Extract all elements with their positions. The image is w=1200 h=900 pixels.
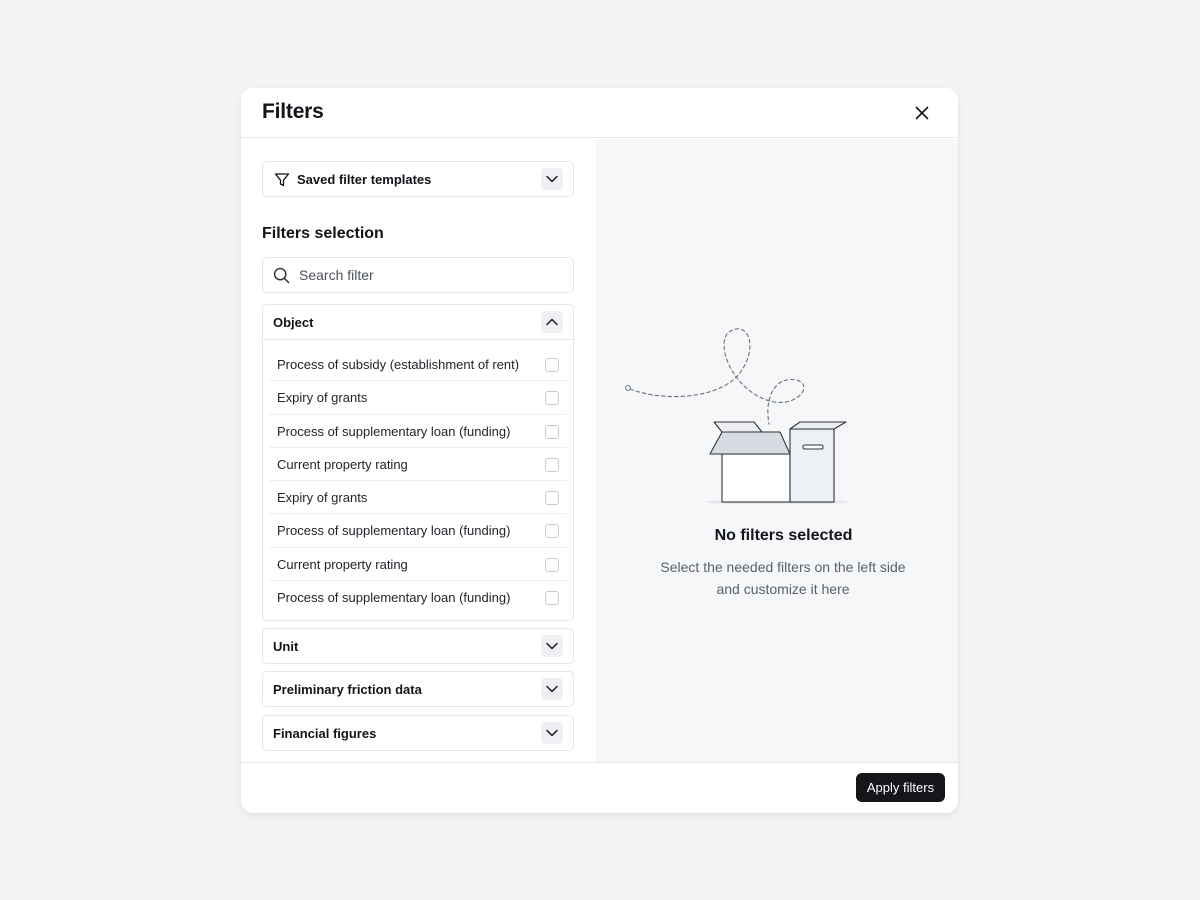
filter-option-checkbox[interactable] bbox=[545, 491, 559, 506]
filter-option-checkbox[interactable] bbox=[545, 358, 559, 372]
filter-group-financial: Financial figures bbox=[262, 715, 574, 751]
filter-option[interactable]: Process of supplementary loan (funding) bbox=[269, 415, 567, 448]
filter-group-object-title: Object bbox=[273, 315, 314, 330]
saved-templates-dropdown[interactable]: Saved filter templates bbox=[262, 161, 574, 197]
filters-selection-heading: Filters selection bbox=[262, 225, 384, 242]
chevron-down-icon bbox=[546, 175, 558, 183]
filter-group-unit: Unit bbox=[262, 628, 574, 664]
empty-box-illustration bbox=[625, 328, 849, 504]
filter-funnel-icon bbox=[274, 173, 290, 187]
filter-option-label: Process of supplementary loan (funding) bbox=[277, 423, 511, 439]
filter-option-checkbox[interactable] bbox=[545, 391, 559, 406]
filter-option[interactable]: Process of supplementary loan (funding) bbox=[269, 581, 567, 614]
filter-option-checkbox[interactable] bbox=[545, 591, 559, 606]
filter-group-financial-title: Financial figures bbox=[273, 726, 377, 741]
filter-option[interactable]: Process of subsidy (establishment of ren… bbox=[269, 348, 567, 382]
filter-group-friction: Preliminary friction data bbox=[262, 671, 574, 707]
filters-modal: Filters Saved filter templates Filters s… bbox=[241, 88, 958, 813]
empty-state-title: No filters selected bbox=[714, 527, 853, 544]
selected-filters-pane: No filters selected Select the needed fi… bbox=[596, 139, 958, 762]
empty-state-text: Select the needed filters on the left si… bbox=[660, 559, 906, 597]
filter-option-label: Current property rating bbox=[277, 456, 408, 472]
filter-group-object-toggle[interactable] bbox=[541, 311, 563, 333]
filter-group-unit-title: Unit bbox=[273, 639, 299, 654]
search-filter-input[interactable] bbox=[299, 264, 559, 286]
filter-group-friction-header[interactable]: Preliminary friction data bbox=[263, 672, 573, 706]
filter-option-label: Current property rating bbox=[277, 556, 408, 572]
saved-templates-label: Saved filter templates bbox=[297, 172, 432, 187]
filter-option-label: Process of subsidy (establishment of ren… bbox=[277, 357, 520, 372]
filter-group-object-header[interactable]: Object bbox=[263, 305, 573, 340]
search-filter-field[interactable] bbox=[262, 257, 574, 293]
filter-option[interactable]: Current property rating bbox=[269, 448, 567, 482]
filter-option[interactable]: Expiry of grants bbox=[269, 381, 567, 415]
filter-option-checkbox[interactable] bbox=[545, 424, 559, 439]
filter-group-object: Object Process of subsidy (establishment… bbox=[262, 304, 574, 621]
filter-group-financial-header[interactable]: Financial figures bbox=[263, 716, 573, 750]
filter-option[interactable]: Current property rating bbox=[269, 548, 567, 582]
modal-title: Filters bbox=[262, 100, 324, 123]
filters-selection-pane: Saved filter templates Filters selection… bbox=[241, 139, 596, 762]
filter-group-friction-toggle[interactable] bbox=[541, 678, 563, 700]
chevron-down-icon bbox=[546, 729, 558, 737]
filter-option-checkbox[interactable] bbox=[545, 557, 559, 572]
filter-group-unit-header[interactable]: Unit bbox=[263, 629, 573, 663]
filter-option-checkbox[interactable] bbox=[545, 524, 559, 539]
saved-templates-toggle[interactable] bbox=[541, 168, 563, 190]
chevron-down-icon bbox=[546, 642, 558, 650]
modal-header: Filters bbox=[241, 88, 958, 138]
filter-option-label: Expiry of grants bbox=[277, 390, 368, 406]
filter-group-financial-toggle[interactable] bbox=[541, 722, 563, 744]
close-icon bbox=[915, 106, 929, 120]
chevron-up-icon bbox=[546, 318, 558, 326]
filter-option-label: Expiry of grants bbox=[277, 490, 368, 506]
close-button[interactable] bbox=[911, 102, 933, 124]
filter-option-checkbox[interactable] bbox=[545, 457, 559, 472]
filter-option[interactable]: Process of supplementary loan (funding) bbox=[269, 514, 567, 548]
search-icon bbox=[273, 267, 290, 284]
filter-option-label: Process of supplementary loan (funding) bbox=[277, 590, 511, 606]
apply-filters-button[interactable]: Apply filters bbox=[856, 773, 945, 802]
filter-option[interactable]: Expiry of grants bbox=[269, 481, 567, 515]
chevron-down-icon bbox=[546, 685, 558, 693]
modal-footer: Apply filters bbox=[241, 762, 958, 813]
filter-option-label: Process of supplementary loan (funding) bbox=[277, 523, 511, 539]
filter-group-object-list: Process of subsidy (establishment of ren… bbox=[269, 348, 567, 614]
filter-group-friction-title: Preliminary friction data bbox=[273, 682, 422, 697]
filter-group-unit-toggle[interactable] bbox=[541, 635, 563, 657]
